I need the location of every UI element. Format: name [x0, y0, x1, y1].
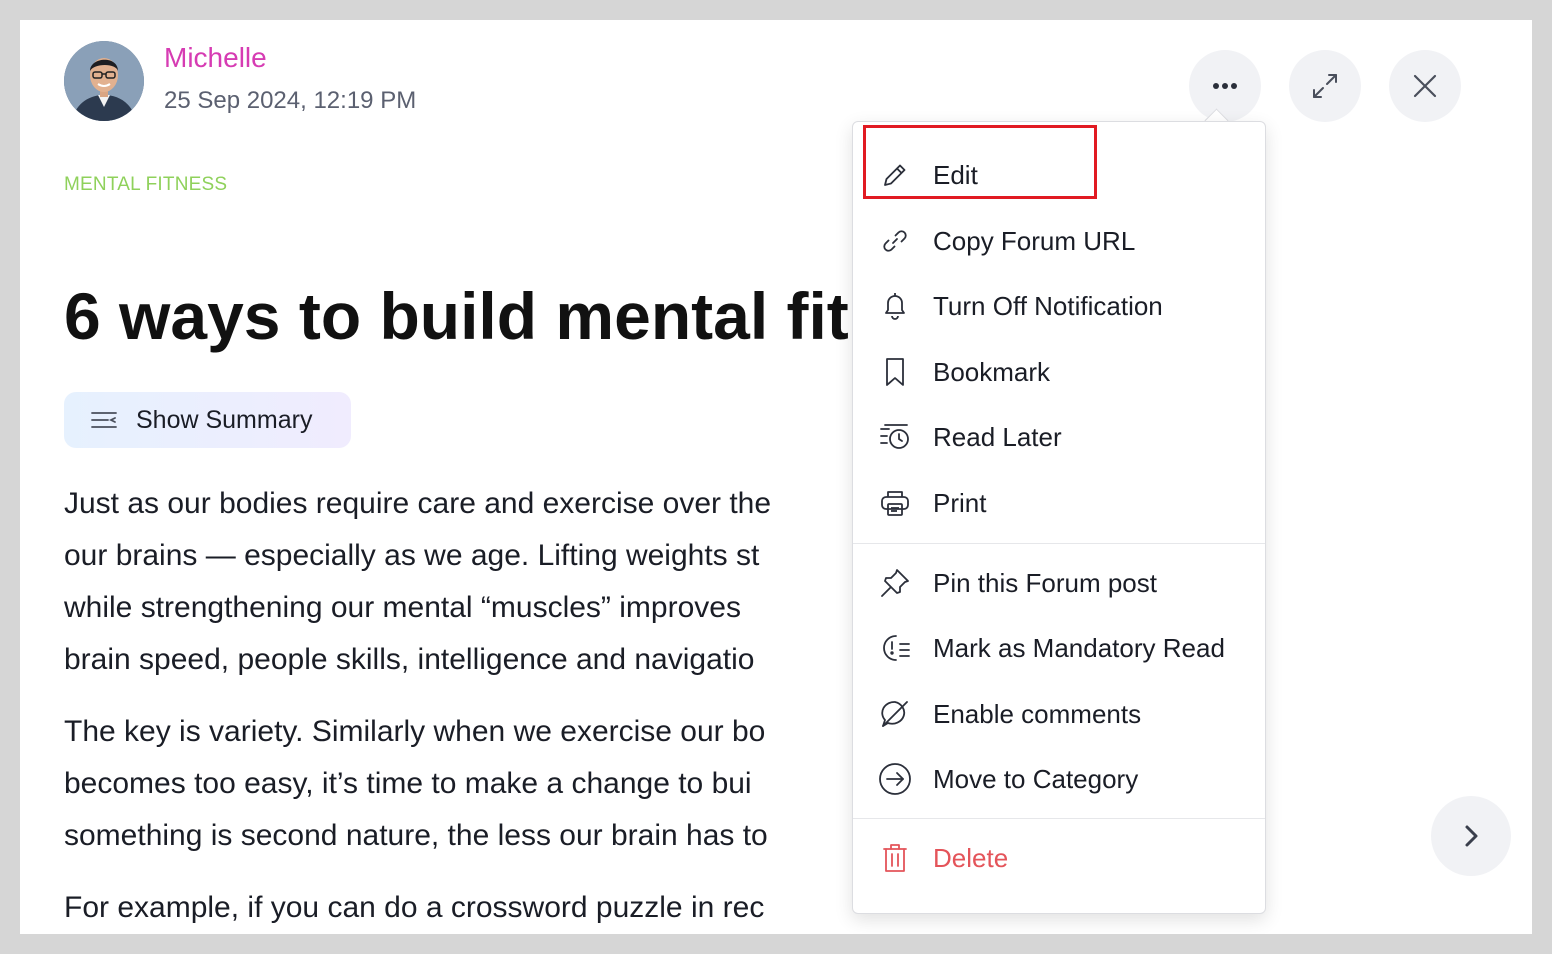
menu-item-turn-off-notification[interactable]: Turn Off Notification — [853, 278, 1265, 334]
menu-item-label: Read Later — [933, 421, 1062, 452]
body-paragraph-1: Just as our bodies require care and exer… — [64, 478, 884, 686]
body-line: while strengthening our mental “muscles”… — [64, 591, 741, 624]
read-later-clock-icon — [877, 419, 913, 455]
menu-item-edit[interactable]: Edit — [853, 147, 1265, 203]
menu-item-print[interactable]: Print — [853, 475, 1265, 531]
body-line: something is second nature, the less our… — [64, 819, 768, 852]
menu-item-label: Edit — [933, 159, 978, 190]
link-icon — [877, 223, 913, 259]
bell-icon — [877, 288, 913, 324]
menu-item-label: Move to Category — [933, 763, 1139, 794]
body-paragraph-3: For example, if you can do a crossword p… — [64, 882, 884, 934]
menu-item-label: Mark as Mandatory Read — [933, 632, 1225, 663]
arrow-circle-right-icon — [877, 761, 913, 797]
menu-divider — [853, 543, 1265, 544]
menu-item-label: Bookmark — [933, 356, 1051, 387]
body-line: The key is variety. Similarly when we ex… — [64, 715, 766, 748]
chevron-right-icon — [1465, 825, 1478, 847]
menu-item-delete[interactable]: Delete — [853, 830, 1265, 886]
post-title: 6 ways to build mental fit — [64, 279, 849, 353]
body-line: our brains — especially as we age. Lifti… — [64, 539, 760, 572]
show-summary-label: Show Summary — [136, 405, 313, 434]
trash-icon — [877, 840, 913, 876]
menu-item-label: Enable comments — [933, 698, 1142, 729]
body-line: becomes too easy, it’s time to make a ch… — [64, 767, 752, 800]
menu-item-enable-comments[interactable]: Enable comments — [853, 686, 1265, 742]
more-horizontal-icon — [1213, 83, 1237, 89]
author-avatar[interactable] — [64, 41, 144, 121]
comment-disabled-icon — [877, 696, 913, 732]
body-paragraph-2: The key is variety. Similarly when we ex… — [64, 706, 884, 862]
post-body: Just as our bodies require care and exer… — [64, 478, 884, 934]
printer-icon — [877, 485, 913, 521]
pin-icon — [877, 565, 913, 601]
body-line: brain speed, people skills, intelligence… — [64, 643, 755, 676]
more-options-button[interactable] — [1189, 50, 1261, 122]
expand-button[interactable] — [1289, 50, 1361, 122]
menu-item-bookmark[interactable]: Bookmark — [853, 344, 1265, 400]
menu-item-label: Pin this Forum post — [933, 567, 1157, 598]
close-icon — [1413, 74, 1437, 98]
body-line: For example, if you can do a crossword p… — [64, 891, 765, 924]
menu-item-label: Copy Forum URL — [933, 225, 1136, 256]
menu-item-read-later[interactable]: Read Later — [853, 409, 1265, 465]
show-summary-button[interactable]: Show Summary — [64, 392, 351, 448]
mandatory-read-icon — [877, 630, 913, 666]
menu-item-mark-mandatory-read[interactable]: Mark as Mandatory Read — [853, 620, 1265, 676]
bookmark-icon — [877, 354, 913, 390]
menu-item-label: Delete — [933, 842, 1009, 873]
menu-item-copy-forum-url[interactable]: Copy Forum URL — [853, 213, 1265, 269]
menu-item-label: Turn Off Notification — [933, 290, 1163, 321]
post-category[interactable]: MENTAL FITNESS — [64, 174, 227, 196]
author-name[interactable]: Michelle — [164, 42, 267, 74]
menu-item-move-to-category[interactable]: Move to Category — [853, 751, 1265, 807]
more-options-menu: Edit Copy Forum URL Turn Off Notificatio… — [852, 121, 1266, 914]
post-detail-card: Michelle 25 Sep 2024, 12:19 PM MENTAL FI… — [20, 20, 1532, 934]
close-button[interactable] — [1389, 50, 1461, 122]
expand-icon — [1313, 74, 1337, 98]
menu-item-pin-forum-post[interactable]: Pin this Forum post — [853, 555, 1265, 611]
summary-lines-icon — [90, 409, 120, 431]
body-line: Just as our bodies require care and exer… — [64, 487, 772, 520]
post-date: 25 Sep 2024, 12:19 PM — [164, 87, 417, 114]
menu-item-label: Print — [933, 487, 987, 518]
menu-divider — [853, 818, 1265, 819]
pencil-icon — [877, 157, 913, 193]
next-post-button[interactable] — [1431, 796, 1511, 876]
